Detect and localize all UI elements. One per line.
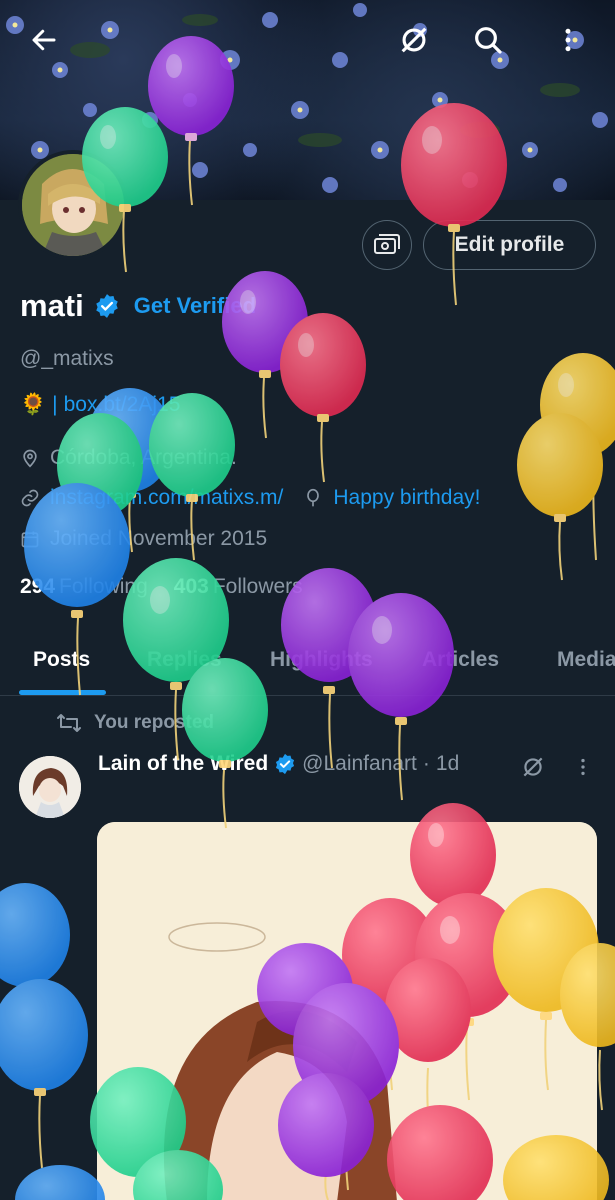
website-birthday-row: instagram.com/matixs.m/ Happy birthday! [20,486,480,510]
repost-indicator: You reposted [56,712,214,734]
post-image[interactable] [97,822,597,1200]
profile-tabs: Posts Replies Highlights Articles Media [0,630,615,696]
more-vertical-icon [565,28,571,52]
post-author-avatar[interactable] [19,756,81,818]
repost-icon [57,714,81,732]
money-icon [374,234,400,254]
profile-bio: 🌻 | box.bt/2Aj15 [20,393,180,417]
post-author-name[interactable]: Lain of the Wired [98,752,268,776]
post-author-handle: @Lainfanart [302,752,417,775]
location-row: Córdoba, Argentina. [20,446,237,470]
balloon-icon [307,488,320,507]
follow-counts: 294 Following 403 Followers [20,575,303,599]
more-vertical-icon [581,758,585,776]
post-grok-button[interactable] [516,750,550,784]
post-illustration [97,822,597,1200]
grok-icon [523,757,543,777]
website-link[interactable]: instagram.com/matixs.m/ [50,486,283,510]
post-avatar-illustration [19,756,81,818]
profile-avatar[interactable] [18,150,128,260]
profile-name: mati [20,288,84,323]
tips-button[interactable] [362,220,412,270]
post-header: Lain of the Wired @Lainfanart · 1d [98,752,459,776]
tab-highlights[interactable]: Highlights [270,648,373,672]
verified-badge-icon [96,294,118,318]
following-label: Following [59,575,148,598]
balloon-red [280,313,366,483]
location-pin-icon [23,449,37,468]
link-icon [21,489,39,507]
tab-media[interactable]: Media [557,648,615,672]
joined-row: Joined November 2015 [20,527,267,551]
search-icon [475,27,502,54]
bio-separator: | [52,393,58,416]
spaces-icon [401,27,427,53]
search-button[interactable] [466,18,510,62]
followers-label: Followers [212,575,303,598]
tab-articles[interactable]: Articles [422,648,499,672]
arrow-left-icon [32,29,56,51]
spaces-button[interactable] [392,18,436,62]
balloon-blue [15,1165,105,1200]
post-more-button[interactable] [566,750,600,784]
balloon-blue [0,883,70,1041]
edit-profile-button[interactable]: Edit profile [423,220,596,270]
calendar-icon [21,531,39,548]
tab-replies[interactable]: Replies [147,648,222,672]
location-text: Córdoba, Argentina. [50,446,237,469]
verified-badge-icon [276,753,295,775]
back-button[interactable] [22,18,66,62]
repost-label: You reposted [94,712,214,733]
balloon-blue [0,979,88,1169]
balloon-yellow [540,353,615,561]
post-meta-separator: · [422,752,430,775]
sunflower-emoji: 🌻 [20,393,47,416]
following-link[interactable]: 294 Following [20,575,148,599]
post-time: 1d [435,752,460,775]
birthday-text: Happy birthday! [333,486,481,509]
active-tab-indicator [19,690,106,695]
get-verified-link[interactable]: Get Verified [134,293,256,319]
following-count: 294 [20,575,56,598]
avatar-illustration [22,154,124,256]
joined-text: Joined November 2015 [50,527,268,550]
bio-link[interactable]: box.bt/2Aj15 [64,393,181,417]
more-button[interactable] [546,18,590,62]
profile-handle: @_matixs [20,347,114,370]
balloon-yellow [517,413,603,581]
profile-name-row: mati Get Verified [20,288,256,324]
followers-count: 403 [173,575,209,598]
followers-link[interactable]: 403 Followers [174,575,303,599]
tab-posts[interactable]: Posts [33,648,90,672]
